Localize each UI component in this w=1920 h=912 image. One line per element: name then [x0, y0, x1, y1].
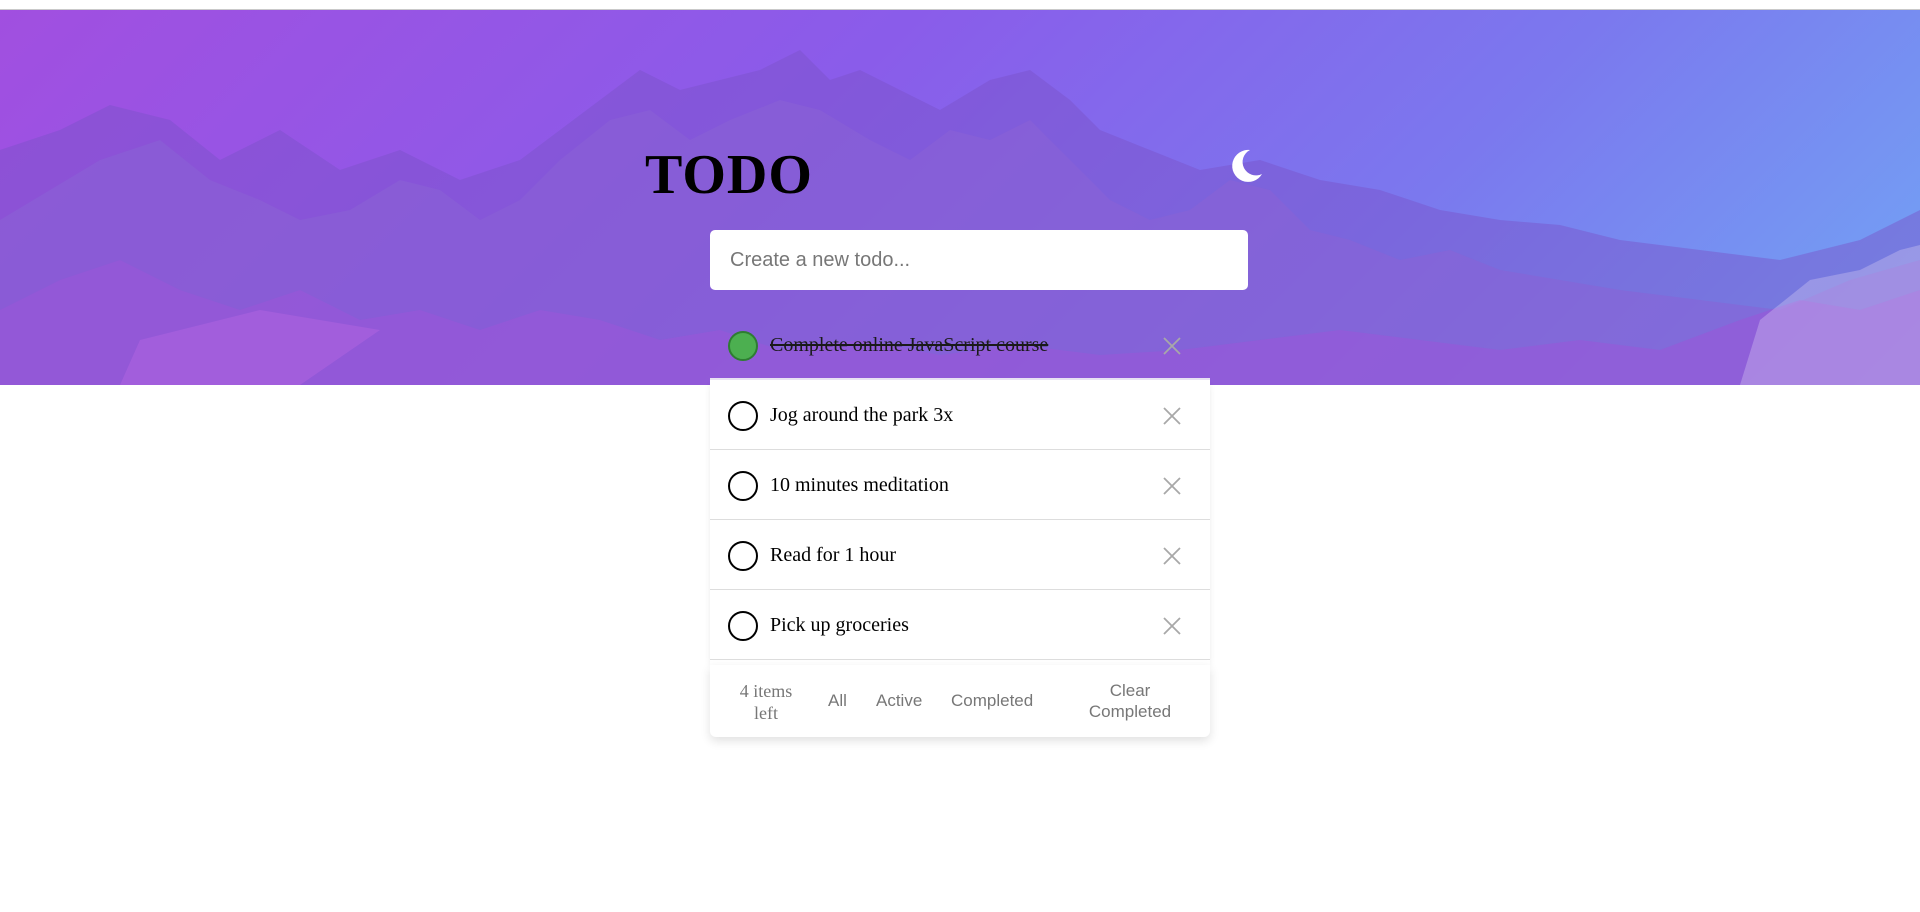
filter-completed-button[interactable]: Completed	[951, 691, 1033, 711]
moon-icon	[1232, 149, 1262, 182]
delete-icon[interactable]	[1162, 546, 1182, 566]
todo-item-text: Read for 1 hour	[770, 544, 897, 566]
todo-item-text: Complete online JavaScript course	[770, 334, 1049, 356]
complete-toggle[interactable]	[728, 401, 758, 431]
theme-toggle-button[interactable]	[1224, 144, 1268, 188]
todo-item[interactable]: Complete online JavaScript course	[710, 310, 1210, 380]
complete-toggle-checked[interactable]	[728, 331, 758, 361]
clear-completed-line1: Clear	[1109, 681, 1151, 700]
todo-item[interactable]: Pick up groceries	[710, 590, 1210, 660]
todo-item[interactable]: Read for 1 hour	[710, 520, 1210, 590]
browser-top-edge	[0, 0, 1920, 10]
app-title: TODO	[645, 144, 813, 206]
delete-icon[interactable]	[1162, 476, 1182, 496]
new-todo-input[interactable]	[728, 247, 1230, 273]
clear-completed-button[interactable]: Clear Completed	[1080, 680, 1180, 722]
delete-icon[interactable]	[1162, 616, 1182, 636]
todo-item[interactable]: Jog around the park 3x	[710, 380, 1210, 450]
todo-item-text: Jog around the park 3x	[770, 404, 954, 426]
todo-item-text: Pick up groceries	[770, 614, 909, 636]
complete-toggle[interactable]	[728, 541, 758, 571]
complete-toggle[interactable]	[728, 611, 758, 641]
todo-list: Complete online JavaScript course Jog ar…	[710, 310, 1210, 660]
items-left-count: 4 items left	[730, 680, 802, 724]
delete-icon[interactable]	[1162, 406, 1182, 426]
todo-item[interactable]: 10 minutes meditation	[710, 450, 1210, 520]
items-left-line1: 4 items	[739, 681, 793, 701]
clear-completed-line2: Completed	[1088, 702, 1172, 721]
filter-active-button[interactable]: Active	[876, 691, 922, 711]
filter-all-button[interactable]: All	[828, 691, 847, 711]
new-todo-field[interactable]	[710, 230, 1248, 290]
todo-footer: 4 items left All Active Completed Clear …	[710, 665, 1210, 737]
complete-toggle[interactable]	[728, 471, 758, 501]
delete-icon[interactable]	[1162, 336, 1182, 356]
todo-item-text: 10 minutes meditation	[770, 474, 949, 496]
items-left-line2: left	[754, 703, 778, 723]
